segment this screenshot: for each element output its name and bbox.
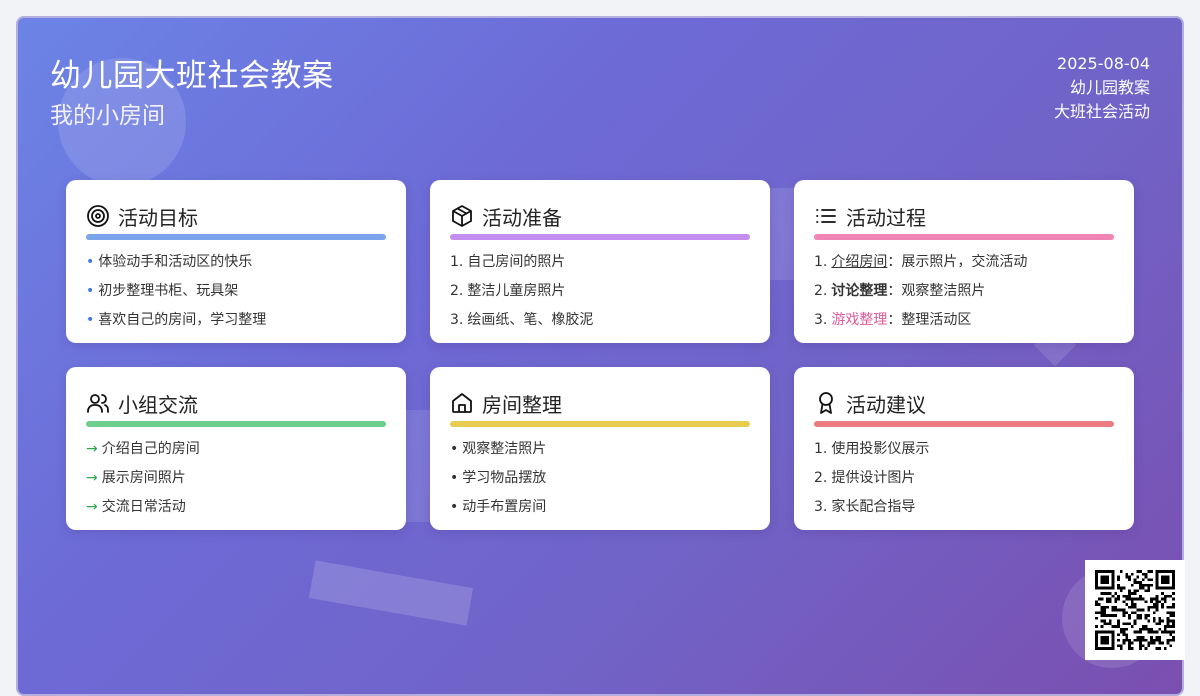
card-title: 活动目标 [118,205,198,230]
date-label: 2025-08-04 [1057,54,1150,73]
list-item: → 介绍自己的房间 [86,441,200,457]
list-item: → 交流日常活动 [86,499,186,515]
slide-frame: 幼儿园大班社会教案 我的小房间 2025-08-04 幼儿园教案 大班社会活动 … [16,16,1184,696]
list-item: 2. 提供设计图片 [814,470,916,486]
list-item: 1. 使用投影仪展示 [814,441,930,457]
process-step-link[interactable]: 介绍房间 [831,254,887,270]
card-title: 房间整理 [482,392,562,417]
list-item: • 体验动手和活动区的快乐 [86,254,253,270]
card-title: 活动建议 [846,392,926,417]
card-accent-line [814,421,1114,427]
meta-activity: 大班社会活动 [1053,102,1150,121]
card-accent-line [814,234,1114,240]
qr-code-graphic [1095,570,1175,650]
card-title: 活动准备 [482,205,562,230]
card-accent-line [86,421,386,427]
card-group-talk: 小组交流 → 介绍自己的房间 → 展示房间照片 → 交流日常活动 [66,367,406,530]
list-item: 1. 介绍房间：展示照片，交流活动 [814,254,1028,270]
home-icon [452,393,472,413]
list-item: → 展示房间照片 [86,470,186,486]
list-item: • 喜欢自己的房间，学习整理 [86,312,267,328]
meta-category: 幼儿园教案 [1069,78,1150,97]
card-process: 活动过程 1. 介绍房间：展示照片，交流活动 2. 讨论整理：观察整洁照片 3. 游戏… [794,180,1134,343]
list-item: • 学习物品摆放 [450,470,547,486]
users-icon [87,394,109,413]
list-item: 3. 绘画纸、笔、橡胶泥 [450,312,594,328]
list-item: • 动手布置房间 [450,499,547,515]
target-icon [87,205,109,227]
card-suggestions: 活动建议 1. 使用投影仪展示 2. 提供设计图片 3. 家长配合指导 [794,367,1134,530]
card-goals: 活动目标 • 体验动手和活动区的快乐 • 初步整理书柜、玩具架 • 喜欢自己的房间，学… [66,180,406,343]
card-accent-line [86,234,386,240]
decor-bar [308,560,474,626]
page-title: 幼儿园大班社会教案 [50,58,334,94]
list-item: 3. 游戏整理：整理活动区 [814,312,972,328]
header-meta: 2025-08-04 幼儿园教案 大班社会活动 [1054,52,1150,124]
list-item: • 初步整理书柜、玩具架 [86,283,239,299]
card-accent-line [450,421,750,427]
list-icon [816,209,836,223]
box-icon [452,205,472,227]
card-preparation: 活动准备 1. 自己房间的照片 2. 整洁儿童房照片 3. 绘画纸、笔、橡胶泥 [430,180,770,343]
card-title: 活动过程 [846,205,926,230]
award-icon [819,392,833,414]
qr-code-icon[interactable] [1085,560,1185,660]
card-room-tidy: 房间整理 • 观察整洁照片 • 学习物品摆放 • 动手布置房间 [430,367,770,530]
list-item: 2. 讨论整理：观察整洁照片 [814,283,986,299]
list-item: 3. 家长配合指导 [814,499,916,515]
list-item: 1. 自己房间的照片 [450,254,566,270]
list-item: 2. 整洁儿童房照片 [450,283,566,299]
card-accent-line [450,234,750,240]
card-title: 小组交流 [118,392,198,417]
page-subtitle: 我的小房间 [50,103,165,129]
list-item: • 观察整洁照片 [450,441,547,457]
